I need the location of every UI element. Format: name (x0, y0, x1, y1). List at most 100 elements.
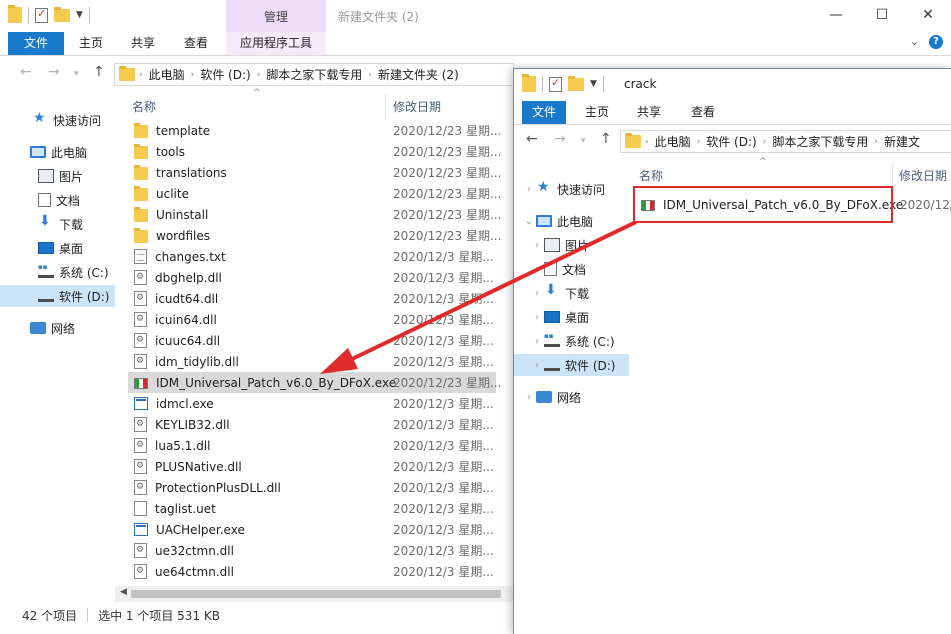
nav-item[interactable]: 文档 (0, 189, 115, 211)
properties-icon[interactable] (549, 76, 562, 92)
back-icon[interactable]: ← (526, 131, 538, 147)
customize-toolbar-icon[interactable]: ▼ (590, 79, 597, 89)
help-icon[interactable]: ? (929, 35, 943, 49)
column-date[interactable]: 修改日期 (899, 167, 947, 184)
breadcrumb-item[interactable]: 此电脑 (649, 133, 697, 150)
file-row[interactable]: idmcl.exe 2020/12/3 星期... (128, 393, 496, 414)
download-icon (38, 213, 54, 231)
nav-item[interactable]: 软件 (D:) (0, 285, 115, 307)
file-row[interactable]: icuuc64.dll 2020/12/3 星期... (128, 330, 496, 351)
breadcrumb-item[interactable]: 软件 (D:) (700, 133, 762, 150)
nav-item[interactable]: 图片 (0, 165, 115, 187)
nav-item[interactable]: 系统 (C:) (0, 261, 115, 283)
tab-file[interactable]: 文件 (522, 101, 566, 124)
maximize-icon[interactable]: ☐ (859, 0, 905, 30)
title-bar[interactable]: ▼ 管理 新建文件夹 (2) — ☐ ✕ (0, 0, 951, 32)
nav-item[interactable]: › 软件 (D:) (514, 354, 629, 376)
chevron-right-icon[interactable]: › (530, 264, 544, 275)
chevron-right-icon[interactable]: › (530, 312, 544, 323)
address-bar[interactable]: › 此电脑 › 软件 (D:) › 脚本之家下载专用 › 新建文 (620, 130, 951, 153)
properties-icon[interactable] (35, 7, 48, 23)
nav-item[interactable]: 桌面 (0, 237, 115, 259)
file-row[interactable]: idm_tidylib.dll 2020/12/3 星期... (128, 351, 496, 372)
file-row[interactable]: dbghelp.dll 2020/12/3 星期... (128, 267, 496, 288)
tab-share[interactable]: 共享 (628, 101, 670, 124)
scroll-left-icon[interactable]: ◀ (120, 587, 127, 597)
chevron-down-icon[interactable]: ⌄ (522, 216, 536, 227)
tab-home[interactable]: 主页 (70, 32, 112, 55)
chevron-right-icon[interactable]: › (530, 360, 544, 371)
address-bar[interactable]: › 此电脑 › 软件 (D:) › 脚本之家下载专用 › 新建文件夹 (2) (114, 63, 514, 86)
horizontal-scrollbar[interactable]: ◀ (115, 586, 513, 602)
file-row[interactable]: ue32ctmn.dll 2020/12/3 星期... (128, 540, 496, 561)
recent-locations-icon[interactable]: ▾ (74, 69, 79, 79)
chevron-right-icon[interactable]: › (530, 336, 544, 347)
tab-home[interactable]: 主页 (576, 101, 618, 124)
back-icon[interactable]: ← (20, 64, 32, 80)
nav-item[interactable]: › 桌面 (514, 306, 629, 328)
up-icon[interactable]: ↑ (93, 64, 105, 80)
file-row[interactable]: UACHelper.exe 2020/12/3 星期... (128, 519, 496, 540)
file-row[interactable]: PLUSNative.dll 2020/12/3 星期... (128, 456, 496, 477)
file-row[interactable]: lua5.1.dll 2020/12/3 星期... (128, 435, 496, 456)
new-folder-icon[interactable] (54, 6, 70, 22)
file-row[interactable]: template 2020/12/23 星期... (128, 120, 501, 141)
nav-item[interactable]: ⌄ 此电脑 (514, 210, 629, 232)
nav-item[interactable]: › 图片 (514, 234, 629, 256)
nav-item[interactable]: 网络 (0, 317, 115, 339)
file-row[interactable]: icudt64.dll 2020/12/3 星期... (128, 288, 496, 309)
nav-item[interactable]: › 网络 (514, 386, 629, 408)
column-name[interactable]: 名称 (639, 167, 663, 184)
minimize-icon[interactable]: — (813, 0, 859, 30)
nav-item[interactable]: › 文档 (514, 258, 629, 280)
file-row[interactable]: KEYLIB32.dll 2020/12/3 星期... (128, 414, 496, 435)
file-row[interactable]: wordfiles 2020/12/23 星期... (128, 225, 501, 246)
customize-toolbar-icon[interactable]: ▼ (76, 10, 83, 20)
tab-file[interactable]: 文件 (8, 32, 64, 55)
scrollbar-thumb[interactable] (131, 590, 501, 598)
file-row[interactable]: translations 2020/12/23 星期... (128, 162, 501, 183)
nav-item[interactable]: 快速访问 (0, 109, 115, 131)
file-row[interactable]: IDM_Universal_Patch_v6.0_By_DFoX.exe 2020… (128, 372, 501, 393)
chevron-right-icon[interactable]: › (530, 240, 544, 251)
chevron-right-icon[interactable]: › (522, 392, 536, 403)
file-row[interactable]: Uninstall 2020/12/23 星期... (128, 204, 501, 225)
tab-view[interactable]: 查看 (682, 101, 724, 124)
column-separator[interactable] (892, 163, 893, 187)
breadcrumb-item[interactable]: 脚本之家下载专用 (260, 66, 368, 83)
nav-item[interactable]: 下载 (0, 213, 115, 235)
breadcrumb-item[interactable]: 软件 (D:) (194, 66, 256, 83)
breadcrumb-item[interactable]: 脚本之家下载专用 (766, 133, 874, 150)
new-folder-icon[interactable] (568, 75, 584, 91)
file-row[interactable]: ProtectionPlusDLL.dll 2020/12/3 星期... (128, 477, 496, 498)
file-row[interactable]: uclite 2020/12/23 星期... (128, 183, 501, 204)
recent-locations-icon[interactable]: ▾ (581, 136, 586, 146)
up-icon[interactable]: ↑ (600, 131, 612, 147)
tab-view[interactable]: 查看 (175, 32, 217, 55)
chevron-right-icon[interactable]: › (522, 184, 536, 195)
file-row[interactable]: taglist.uet 2020/12/3 星期... (128, 498, 496, 519)
close-icon[interactable]: ✕ (905, 0, 951, 30)
chevron-right-icon[interactable]: › (530, 288, 544, 299)
expand-ribbon-icon[interactable]: ⌄ (910, 35, 919, 49)
nav-item[interactable]: › 系统 (C:) (514, 330, 629, 352)
tab-app-tools[interactable]: 应用程序工具 (226, 32, 326, 55)
file-row[interactable]: ue64ctmn.dll 2020/12/3 星期... (128, 561, 496, 582)
nav-item[interactable]: › 快速访问 (514, 178, 629, 200)
column-date[interactable]: 修改日期 (393, 98, 441, 115)
column-separator[interactable] (385, 94, 386, 118)
forward-icon[interactable]: → (48, 64, 60, 80)
nav-item[interactable]: 此电脑 (0, 141, 115, 163)
nav-item[interactable]: › 下载 (514, 282, 629, 304)
file-row[interactable]: icuin64.dll 2020/12/3 星期... (128, 309, 496, 330)
forward-icon[interactable]: → (554, 131, 566, 147)
tab-share[interactable]: 共享 (122, 32, 164, 55)
file-row[interactable]: changes.txt 2020/12/3 星期... (128, 246, 496, 267)
breadcrumb-item[interactable]: 新建文 (878, 133, 926, 150)
breadcrumb-item[interactable]: 新建文件夹 (2) (372, 66, 465, 83)
breadcrumb-item[interactable]: 此电脑 (143, 66, 191, 83)
file-row[interactable]: tools 2020/12/23 星期... (128, 141, 501, 162)
column-name[interactable]: 名称 (132, 98, 156, 115)
context-tab-manage[interactable]: 管理 (226, 0, 326, 32)
title-bar[interactable]: ▼ crack (514, 69, 951, 101)
